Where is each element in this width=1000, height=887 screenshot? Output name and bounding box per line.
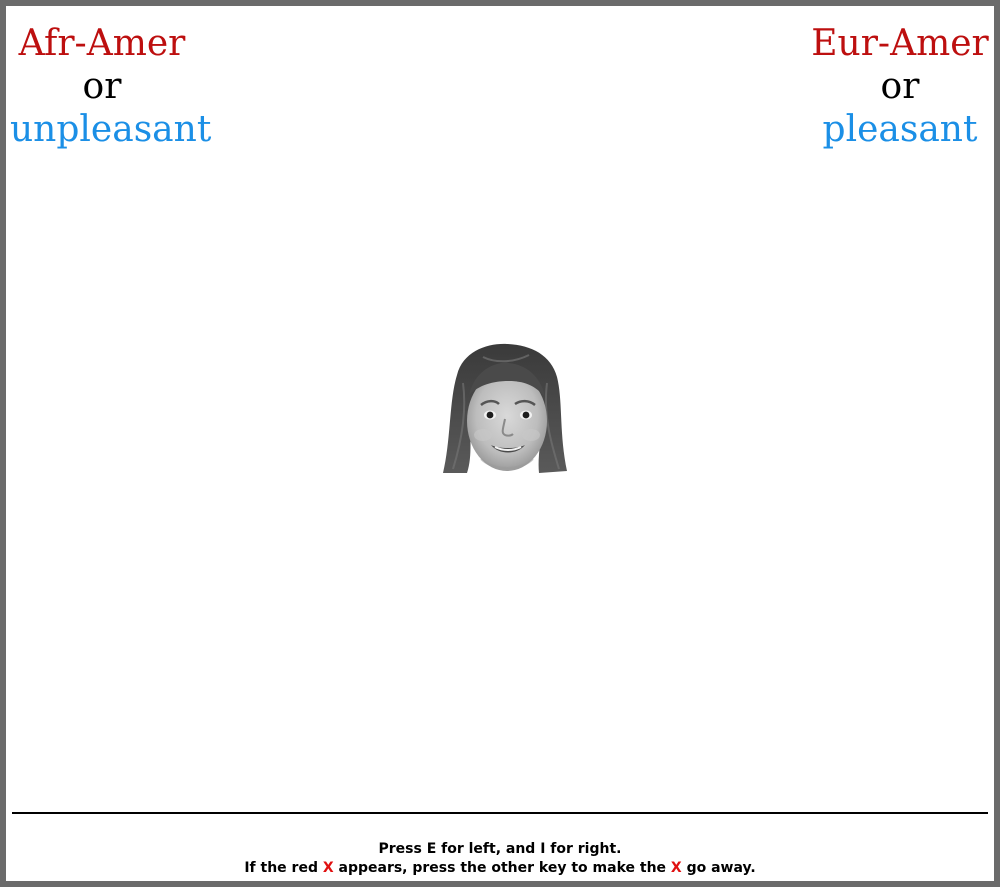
- iat-task-frame: Afr-Amer or unpleasant Eur-Amer or pleas…: [0, 0, 1000, 887]
- instructions-panel: Press E for left, and I for right. If th…: [12, 840, 988, 878]
- instruction-line-2-part2: appears, press the other key to make the: [333, 860, 671, 876]
- right-category-primary: Eur-Amer: [811, 23, 989, 64]
- right-category-label: Eur-Amer or pleasant: [810, 22, 990, 151]
- instruction-line-2-part3: go away.: [681, 860, 756, 876]
- left-category-primary: Afr-Amer: [18, 23, 186, 64]
- child-face-icon: [443, 343, 567, 473]
- error-x-mark: X: [322, 860, 334, 876]
- left-category-joiner: or: [82, 66, 122, 107]
- error-x-mark-2: X: [670, 860, 682, 876]
- instruction-line-1: Press E for left, and I for right.: [378, 841, 622, 857]
- stimulus-face-image: [443, 343, 567, 475]
- left-category-secondary: unpleasant: [10, 109, 212, 150]
- right-category-joiner: or: [880, 66, 920, 107]
- instruction-line-2: If the red X appears, press the other ke…: [12, 859, 988, 878]
- right-category-secondary: pleasant: [822, 109, 978, 150]
- left-category-label: Afr-Amer or unpleasant: [10, 22, 212, 151]
- instruction-line-2-part1: If the red: [244, 860, 323, 876]
- instructions-divider: [12, 812, 988, 814]
